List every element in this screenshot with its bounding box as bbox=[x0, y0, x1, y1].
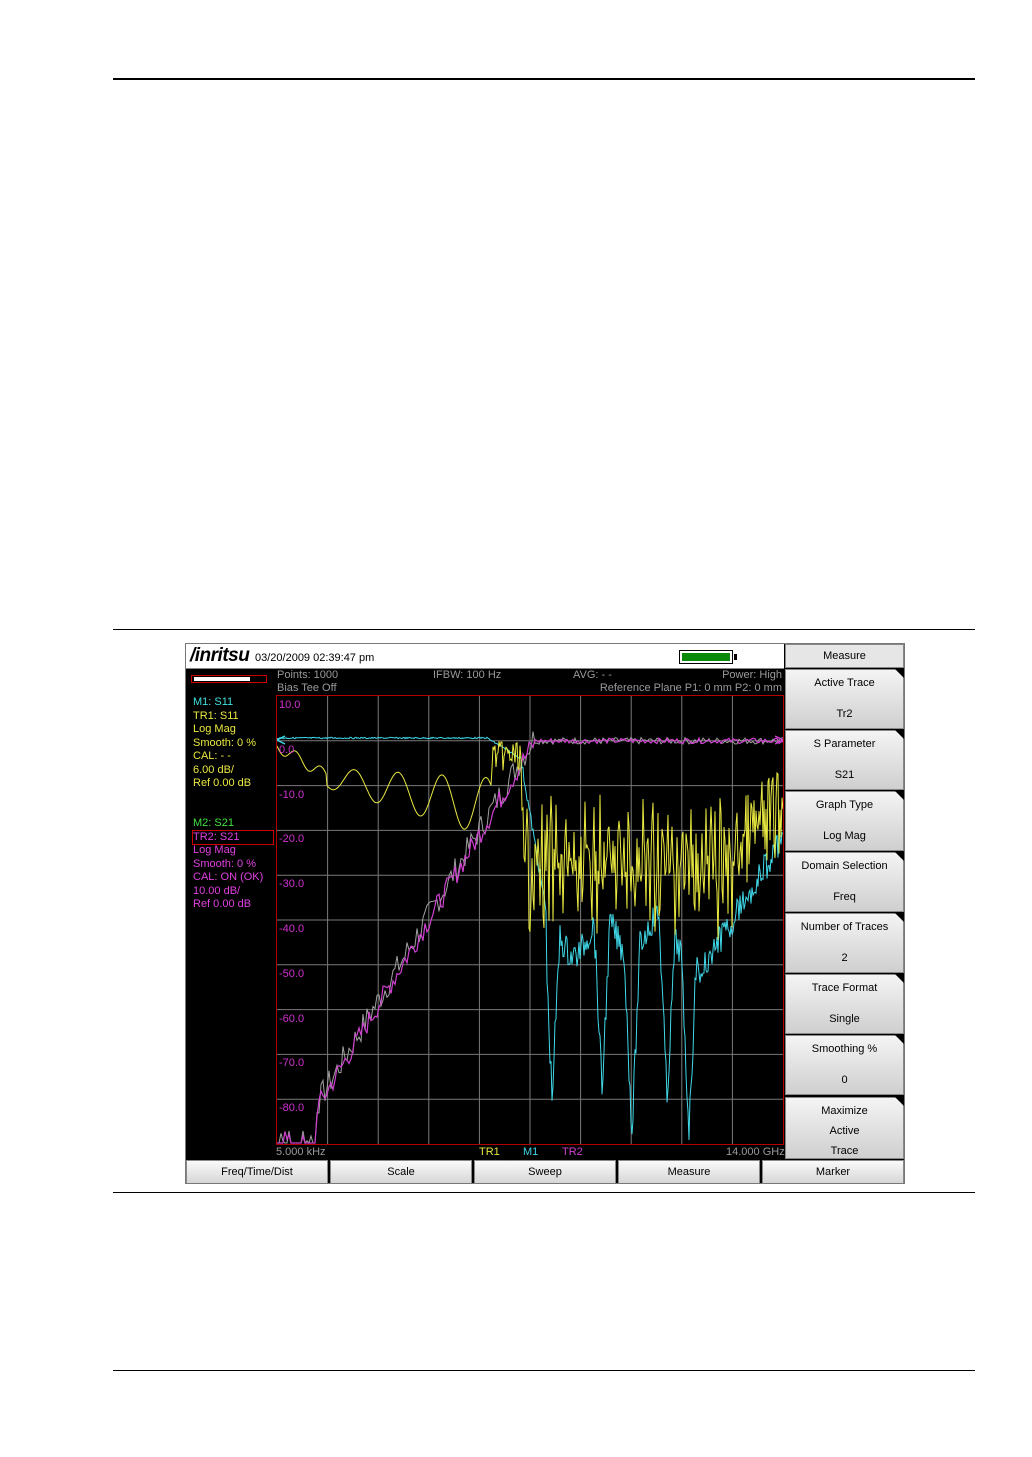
trace2-info-line: Ref 0.00 dB bbox=[193, 898, 252, 910]
tr2-label: TR2 bbox=[562, 1146, 583, 1158]
softkey-graph-type[interactable]: Graph Type Log Mag bbox=[785, 791, 904, 851]
bottom-key-freq-time-dist[interactable]: Freq/Time/Dist bbox=[186, 1160, 328, 1183]
battery-icon bbox=[679, 650, 733, 664]
trace1-info-line: Log Mag bbox=[193, 723, 236, 735]
softkey-label: Number of Traces bbox=[800, 921, 889, 933]
softkey-label: Trace Format bbox=[811, 982, 878, 994]
x-start-label: 5.000 kHz bbox=[276, 1146, 326, 1158]
trace1-info-line: TR1: S11 bbox=[193, 709, 239, 722]
battery-tip bbox=[734, 654, 737, 660]
trace1-info-line: Smooth: 0 % bbox=[193, 736, 256, 749]
softkey-label: Active bbox=[829, 1125, 860, 1137]
reference-plane-readout: Reference Plane P1: 0 mm P2: 0 mm bbox=[599, 682, 782, 694]
y-axis-label: -80.0 bbox=[279, 1102, 305, 1115]
bottom-key-measure[interactable]: Measure bbox=[618, 1160, 760, 1183]
trace2-info-line: CAL: ON (OK) bbox=[193, 871, 264, 883]
bottom-key-scale[interactable]: Scale bbox=[330, 1160, 472, 1183]
y-axis-label: 10.0 bbox=[279, 699, 301, 711]
softkey-trace-format[interactable]: Trace Format Single bbox=[785, 974, 904, 1034]
y-axis-label: -10.0 bbox=[279, 788, 305, 801]
softkey-value: Freq bbox=[833, 891, 856, 903]
figure-bottom-rule bbox=[113, 1192, 975, 1193]
plot-svg bbox=[277, 696, 783, 1144]
footer-rule bbox=[113, 1370, 975, 1371]
instrument-screen: /inritsu 03/20/2009 02:39:47 pm Points: … bbox=[185, 643, 905, 1184]
title-bar: /inritsu 03/20/2009 02:39:47 pm bbox=[186, 644, 784, 669]
y-axis-label: -60.0 bbox=[279, 1012, 305, 1025]
top-rule bbox=[113, 78, 975, 80]
bottom-key-sweep[interactable]: Sweep bbox=[474, 1160, 616, 1183]
softkey-value: S21 bbox=[834, 769, 855, 781]
y-axis-label: -30.0 bbox=[279, 878, 305, 891]
softkey-label: Domain Selection bbox=[801, 860, 888, 872]
softkey-smoothing[interactable]: Smoothing % 0 bbox=[785, 1035, 904, 1095]
x-stop-label: 14.000 GHz bbox=[726, 1146, 785, 1158]
ifbw-readout: IFBW: 100 Hz bbox=[433, 669, 502, 681]
softkey-value: Tr2 bbox=[836, 708, 853, 720]
softkey-label: Active Trace bbox=[814, 677, 875, 689]
softkey-label: Graph Type bbox=[815, 799, 874, 811]
softkey-active-trace[interactable]: Active Trace Tr2 bbox=[785, 669, 904, 729]
figure-top-rule bbox=[113, 629, 975, 630]
trace1-info-line: CAL: - - bbox=[193, 750, 231, 762]
sweep-progress-bar bbox=[191, 675, 267, 683]
softkey-label: Smoothing % bbox=[811, 1043, 878, 1055]
softkey-value: 2 bbox=[841, 952, 848, 964]
bottom-menu-bar: Freq/Time/Dist Scale Sweep Measure Marker bbox=[186, 1160, 904, 1183]
reference-marker-left bbox=[277, 735, 286, 745]
softkey-label: Trace bbox=[830, 1145, 859, 1157]
softkey-value: 0 bbox=[841, 1074, 848, 1086]
trace1-info-line: 6.00 dB/ bbox=[193, 763, 234, 776]
y-axis-label: -50.0 bbox=[279, 967, 305, 980]
softkey-domain-selection[interactable]: Domain Selection Freq bbox=[785, 852, 904, 912]
y-axis-label: 0.0 bbox=[279, 743, 295, 756]
trace1-info-line: M1: S11 bbox=[193, 696, 234, 708]
date-time: 03/20/2009 02:39:47 pm bbox=[255, 652, 375, 664]
softkey-label: Maximize bbox=[821, 1105, 868, 1117]
trace2-info-line: Log Mag bbox=[193, 844, 236, 856]
softkey-label: S Parameter bbox=[813, 738, 876, 750]
trace2-info-line: Smooth: 0 % bbox=[193, 857, 256, 870]
m1-label: M1 bbox=[523, 1146, 539, 1158]
bias-tee-readout: Bias Tee Off bbox=[277, 682, 337, 694]
softkey-menu-title: Measure bbox=[785, 644, 904, 668]
trace2-info-line: TR2: S21 bbox=[192, 829, 274, 845]
trace1-info-line: Ref 0.00 dB bbox=[193, 777, 252, 789]
bottom-key-marker[interactable]: Marker bbox=[762, 1160, 904, 1183]
trace2-info-line: 10.00 dB/ bbox=[193, 884, 241, 897]
anritsu-logo: /inritsu bbox=[190, 645, 250, 666]
power-readout: Power: High bbox=[722, 669, 782, 681]
points-readout: Points: 1000 bbox=[277, 669, 339, 681]
trace2-info: M2: S21 TR2: S21 Log Mag Smooth: 0 % CAL: ON… bbox=[192, 817, 274, 912]
y-axis-label: -70.0 bbox=[279, 1057, 305, 1070]
trace2-info-line: M2: S21 bbox=[193, 817, 234, 829]
softkey-value: Log Mag bbox=[823, 830, 866, 842]
trace1-info: M1: S11 TR1: S11 Log Mag Smooth: 0 % CAL: - … bbox=[193, 696, 256, 791]
softkey-s-parameter[interactable]: S Parameter S21 bbox=[785, 730, 904, 790]
tr1-label: TR1 bbox=[479, 1146, 500, 1158]
avg-readout: AVG: - - bbox=[573, 669, 612, 681]
plot-area: 10.0 0.0 -10.0 -20.0 -30.0 -40.0 -50.0 -60.0 -70… bbox=[276, 695, 784, 1145]
y-axis-label: -20.0 bbox=[279, 833, 305, 846]
softkey-maximize-active-trace[interactable]: Maximize Active Trace bbox=[785, 1097, 904, 1159]
softkey-value: Single bbox=[829, 1013, 860, 1025]
y-axis-label: -40.0 bbox=[279, 923, 305, 935]
softkey-number-of-traces[interactable]: Number of Traces 2 bbox=[785, 913, 904, 973]
